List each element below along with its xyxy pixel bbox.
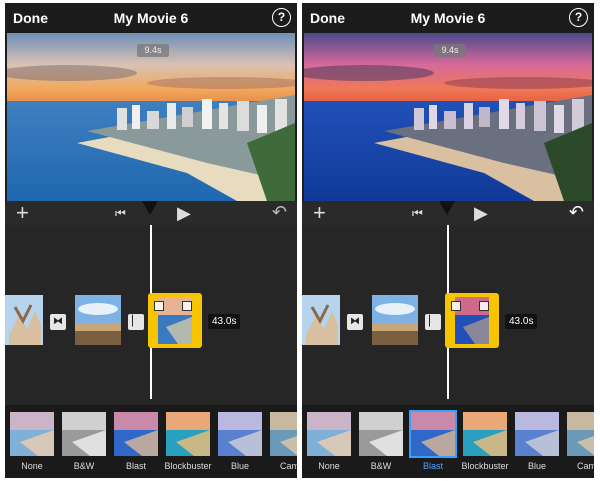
filter-label: Blockbuster xyxy=(461,461,509,471)
filter-blue[interactable]: Blue xyxy=(513,410,561,476)
timeline-clip[interactable] xyxy=(372,295,418,345)
filter-thumbnail xyxy=(114,412,158,456)
filter-thumbnail xyxy=(270,412,297,456)
preview-image xyxy=(304,33,592,201)
filter-label: B&W xyxy=(370,461,392,471)
playhead-marker xyxy=(439,201,455,215)
filter-thumbnail xyxy=(10,412,54,456)
clip-thumbnail xyxy=(302,295,340,345)
filter-label: Came xyxy=(279,461,297,471)
filter-label: B&W xyxy=(73,461,95,471)
filter-thumbnail xyxy=(463,412,507,456)
transition-icon[interactable]: ▏ xyxy=(425,314,441,330)
filter-blast[interactable]: Blast xyxy=(112,410,160,476)
project-title: My Movie 6 xyxy=(410,10,486,26)
editor-panel-blast: Done My Movie 6 ? 9.4s + ⏮ ▶ ↶ ⧓ ▏ 43.0s… xyxy=(302,3,594,478)
filter-thumbnail xyxy=(62,412,106,456)
skip-back-icon[interactable]: ⏮ xyxy=(412,206,423,221)
filter-strip: None B&W Blast Blockbuster Blue Came xyxy=(5,405,297,478)
play-icon[interactable]: ▶ xyxy=(177,203,191,224)
filter-label: None xyxy=(318,461,340,471)
filter-label: Blockbuster xyxy=(164,461,212,471)
project-title: My Movie 6 xyxy=(113,10,189,26)
filter-label: None xyxy=(21,461,43,471)
transition-icon[interactable]: ▏ xyxy=(128,314,144,330)
filter-thumbnail xyxy=(515,412,559,456)
video-preview: 9.4s xyxy=(304,33,592,201)
clip-end-indicator xyxy=(479,301,489,311)
filter-camo[interactable]: Came xyxy=(565,410,594,476)
top-bar: Done My Movie 6 ? xyxy=(302,3,594,33)
selected-clip[interactable] xyxy=(148,293,202,348)
timeline-clip[interactable] xyxy=(5,295,43,345)
clip-thumbnail xyxy=(75,295,121,345)
filter-bw[interactable]: B&W xyxy=(357,410,405,476)
filter-thumbnail xyxy=(411,412,455,456)
video-preview: 9.4s xyxy=(7,33,295,201)
filter-label: Blue xyxy=(230,461,249,471)
filter-thumbnail xyxy=(567,412,594,456)
clip-start-indicator xyxy=(451,301,461,311)
filter-blue[interactable]: Blue xyxy=(216,410,264,476)
clip-duration-label: 43.0s xyxy=(208,314,241,329)
clip-end-indicator xyxy=(182,301,192,311)
clip-start-indicator xyxy=(154,301,164,311)
timeline-clip[interactable] xyxy=(302,295,340,345)
undo-icon[interactable]: ↶ xyxy=(272,202,287,223)
filter-thumbnail xyxy=(359,412,403,456)
filter-camo[interactable]: Came xyxy=(268,410,297,476)
clip-duration-badge: 9.4s xyxy=(434,44,466,57)
filter-label: Blue xyxy=(527,461,546,471)
skip-back-icon[interactable]: ⏮ xyxy=(115,206,126,221)
timeline-clip[interactable] xyxy=(75,295,121,345)
undo-icon[interactable]: ↶ xyxy=(569,202,584,223)
clip-thumbnail xyxy=(5,295,43,345)
preview-image xyxy=(7,33,295,201)
transition-icon[interactable]: ⧓ xyxy=(50,314,66,330)
top-bar: Done My Movie 6 ? xyxy=(5,3,297,33)
filter-label: Came xyxy=(576,461,594,471)
filter-blast[interactable]: Blast xyxy=(409,410,457,476)
transition-icon[interactable]: ⧓ xyxy=(347,314,363,330)
plus-icon[interactable]: + xyxy=(313,201,326,225)
filter-blockbuster[interactable]: Blockbuster xyxy=(461,410,509,476)
filter-thumbnail xyxy=(218,412,262,456)
playhead-marker xyxy=(142,201,158,215)
editor-panel-original: Done My Movie 6 ? 9.4s + ⏮ ▶ ↶ ⧓ ▏ 43.0s… xyxy=(5,3,297,478)
selected-clip[interactable] xyxy=(445,293,499,348)
filter-none[interactable]: None xyxy=(305,410,353,476)
filter-label: Blast xyxy=(422,461,443,471)
help-icon[interactable]: ? xyxy=(569,8,588,27)
play-icon[interactable]: ▶ xyxy=(474,203,488,224)
clip-duration-label: 43.0s xyxy=(505,314,538,329)
filter-label: Blast xyxy=(125,461,146,471)
filter-blockbuster[interactable]: Blockbuster xyxy=(164,410,212,476)
clip-duration-badge: 9.4s xyxy=(137,44,169,57)
clip-thumbnail xyxy=(372,295,418,345)
filter-thumbnail xyxy=(307,412,351,456)
filter-strip: None B&W Blast Blockbuster Blue Came xyxy=(302,405,594,478)
filter-none[interactable]: None xyxy=(8,410,56,476)
filter-thumbnail xyxy=(166,412,210,456)
help-icon[interactable]: ? xyxy=(272,8,291,27)
plus-icon[interactable]: + xyxy=(16,201,29,225)
filter-bw[interactable]: B&W xyxy=(60,410,108,476)
